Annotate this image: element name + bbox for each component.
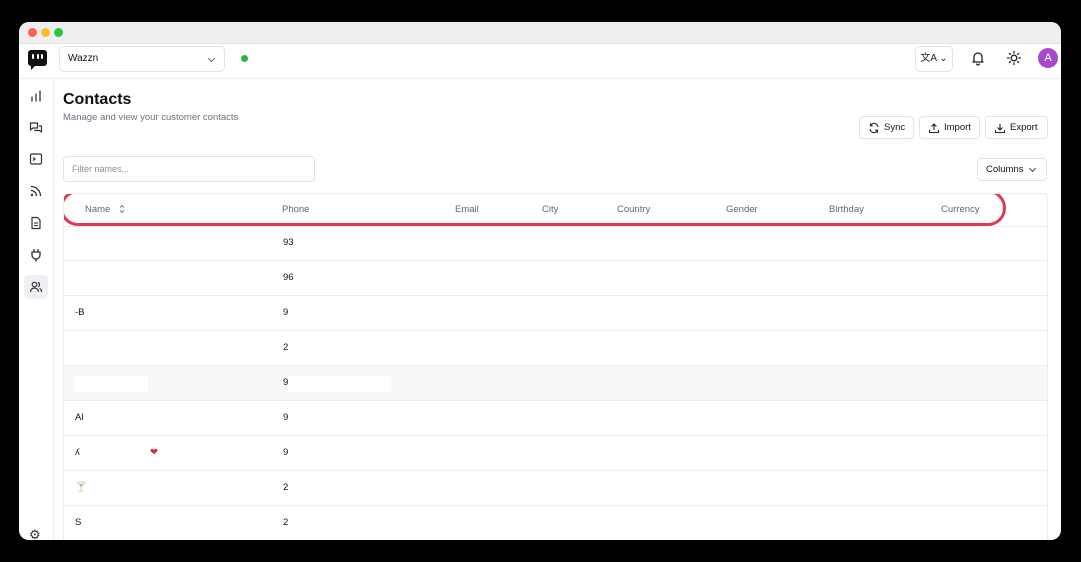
header-highlight-annotation	[64, 194, 1006, 226]
contact-phone: 2	[283, 482, 289, 493]
table-row[interactable]: 93	[64, 226, 1047, 261]
export-label: Export	[1010, 122, 1038, 133]
contact-phone: 2	[283, 517, 289, 528]
contact-name: ʎ	[75, 447, 80, 458]
sidebar-item-contacts[interactable]	[24, 275, 48, 299]
sidebar-item-integrations[interactable]	[24, 243, 48, 267]
table-row[interactable]: Al 9	[64, 401, 1047, 436]
sidebar: ⚙	[19, 79, 54, 540]
contact-phone: 9	[283, 447, 289, 458]
chevron-down-icon	[1028, 164, 1037, 173]
gear-icon[interactable]: ⚙	[29, 527, 41, 540]
avatar-initial: A	[1044, 52, 1052, 64]
contact-phone: 93	[283, 237, 294, 248]
sidebar-item-conversations[interactable]	[24, 116, 48, 140]
contact-name: Al	[75, 412, 84, 423]
table-row[interactable]: 2	[64, 331, 1047, 366]
sync-label: Sync	[884, 122, 906, 133]
contacts-table: Name Phone Email City Country Gender Bir…	[63, 193, 1048, 540]
import-label: Import	[944, 122, 971, 133]
contact-phone: 2	[283, 342, 289, 353]
columns-button[interactable]: Columns	[977, 158, 1047, 181]
main-content: Contacts Manage and view your customer c…	[54, 79, 1061, 540]
table-row[interactable]: ʎ ❤ 9	[64, 436, 1047, 471]
import-button[interactable]: Import	[919, 116, 980, 139]
table-row[interactable]: S 2	[64, 506, 1047, 540]
table-row[interactable]: 🍸 2	[64, 471, 1047, 506]
sidebar-item-analytics[interactable]	[24, 84, 48, 108]
users-icon	[29, 281, 43, 293]
chevron-down-icon	[207, 54, 216, 63]
workspace-name: Wazzn	[68, 53, 99, 64]
contact-name: -B	[75, 307, 85, 318]
plug-icon	[31, 248, 41, 262]
table-row[interactable]: 96	[64, 261, 1047, 296]
close-window-button[interactable]	[28, 28, 37, 37]
filter-names-input[interactable]	[63, 156, 315, 182]
contact-phone: 96	[283, 272, 294, 283]
translate-icon: 文A ⌄	[920, 53, 948, 64]
avatar[interactable]: A	[1038, 48, 1058, 68]
sidebar-item-console[interactable]	[24, 147, 48, 171]
page-title: Contacts	[63, 91, 132, 108]
contact-phone: 9	[283, 307, 289, 318]
cocktail-emoji: 🍸	[75, 482, 87, 493]
redacted-name	[75, 376, 148, 392]
app-logo-icon	[28, 50, 47, 70]
document-icon	[31, 216, 41, 230]
refresh-icon	[869, 122, 879, 134]
connection-status-dot	[241, 55, 248, 62]
table-row[interactable]: -B 9	[64, 296, 1047, 331]
minimize-window-button[interactable]	[41, 28, 50, 37]
contact-name: S	[75, 517, 82, 528]
bell-icon[interactable]	[970, 50, 986, 66]
contact-phone: 9	[283, 412, 289, 423]
export-button[interactable]: Export	[985, 116, 1048, 139]
chat-bubbles-icon	[29, 122, 43, 133]
bar-chart-icon	[31, 90, 41, 102]
rss-icon	[30, 185, 42, 197]
workspace-selector[interactable]: Wazzn	[59, 46, 225, 72]
sidebar-item-feeds[interactable]	[24, 179, 48, 203]
sync-button[interactable]: Sync	[859, 116, 914, 139]
sun-icon[interactable]	[1006, 50, 1022, 66]
redacted-phone	[288, 376, 391, 392]
top-bar: Wazzn 文A ⌄ A	[19, 44, 1061, 79]
upload-icon	[928, 123, 940, 134]
app-window: Wazzn 文A ⌄ A ⚙ Contacts Manage and view …	[19, 22, 1061, 540]
page-subtitle: Manage and view your customer contacts	[63, 112, 239, 123]
language-button[interactable]: 文A ⌄	[915, 46, 953, 72]
window-titlebar	[19, 22, 1061, 44]
terminal-icon	[29, 153, 43, 165]
maximize-window-button[interactable]	[54, 28, 63, 37]
columns-label: Columns	[986, 164, 1024, 175]
download-icon	[994, 124, 1006, 134]
table-row[interactable]: 9	[64, 366, 1047, 401]
sidebar-item-documents[interactable]	[24, 211, 48, 235]
heart-emoji: ❤	[150, 447, 158, 458]
